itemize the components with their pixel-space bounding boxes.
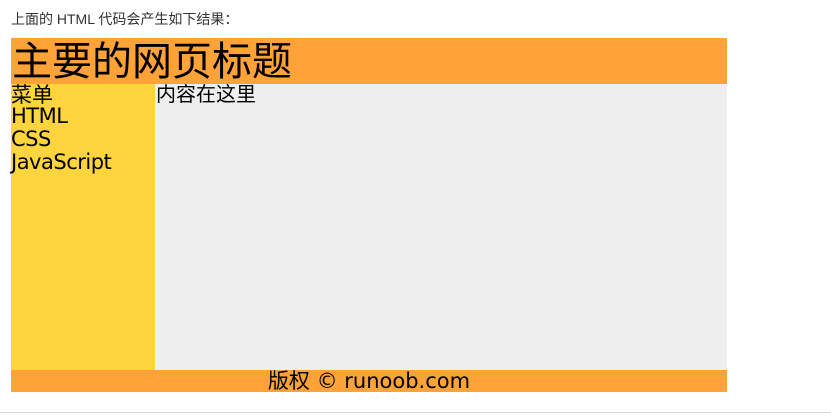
content-text: 内容在这里 (156, 84, 256, 106)
menu-item-html: HTML (11, 104, 68, 128)
page-header: 主要的网页标题 (11, 38, 727, 84)
intro-text: 上面的 HTML 代码会产生如下结果： (11, 11, 239, 27)
page-title: 主要的网页标题 (12, 40, 292, 84)
menu-list: HTML CSS JavaScript (11, 104, 112, 174)
menu-item-javascript: JavaScript (11, 150, 112, 174)
divider (0, 412, 831, 413)
menu-item-css: CSS (11, 127, 51, 151)
main-content: 内容在这里 (155, 84, 727, 370)
sidebar-menu: 菜单 HTML CSS JavaScript (11, 84, 155, 370)
demo-layout: 主要的网页标题 菜单 HTML CSS JavaScript 内容在这里 版权 … (11, 38, 727, 392)
page-footer: 版权 © runoob.com (11, 370, 727, 392)
